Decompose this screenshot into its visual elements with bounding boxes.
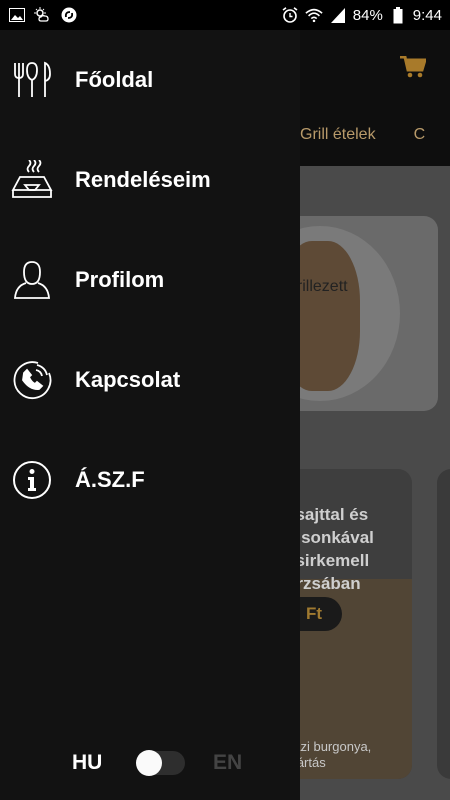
cart-icon[interactable] — [400, 55, 428, 78]
menu-item-contact[interactable]: Kapcsolat — [0, 348, 300, 412]
signal-icon — [329, 7, 347, 23]
food-card[interactable] — [437, 469, 450, 779]
wifi-icon — [305, 7, 323, 23]
phone-icon — [10, 358, 54, 402]
menu-item-label: Profilom — [75, 267, 165, 292]
category-tabs: Grill ételek C — [300, 126, 425, 144]
menu-item-label: Főoldal — [75, 67, 154, 92]
status-bar: 84% 9:44 — [0, 0, 450, 30]
menu-item-profile[interactable]: Profilom — [0, 248, 300, 312]
menu-item-home[interactable]: Főoldal — [0, 48, 300, 112]
alarm-icon — [281, 7, 299, 23]
language-toggle[interactable] — [136, 750, 185, 776]
menu-item-label: Kapcsolat — [75, 367, 181, 392]
navigation-drawer: Főoldal Rendeléseim Profilom Kapcsolat Á… — [0, 30, 300, 800]
weather-icon — [34, 7, 52, 23]
menu-item-terms[interactable]: Á.SZ.F — [0, 448, 300, 512]
tab-next[interactable]: C — [414, 126, 426, 144]
menu-item-orders[interactable]: Rendeléseim — [0, 148, 300, 212]
image-icon — [8, 7, 26, 23]
sync-icon — [60, 7, 78, 23]
food-tray-icon — [10, 158, 54, 202]
user-icon — [10, 258, 54, 302]
cutlery-icon — [10, 58, 54, 102]
menu-item-label: Á.SZ.F — [75, 467, 145, 492]
menu-item-label: Rendeléseim — [75, 167, 211, 192]
tab-grill[interactable]: Grill ételek — [300, 126, 376, 144]
battery-percent: 84% — [352, 6, 383, 24]
clock: 9:44 — [412, 6, 442, 24]
language-hu-label[interactable]: HU — [72, 751, 102, 775]
info-icon — [10, 458, 54, 502]
toggle-knob[interactable] — [136, 750, 162, 776]
language-selector: HU EN — [72, 748, 272, 778]
language-en-label[interactable]: EN — [213, 751, 242, 775]
battery-icon — [389, 6, 407, 23]
